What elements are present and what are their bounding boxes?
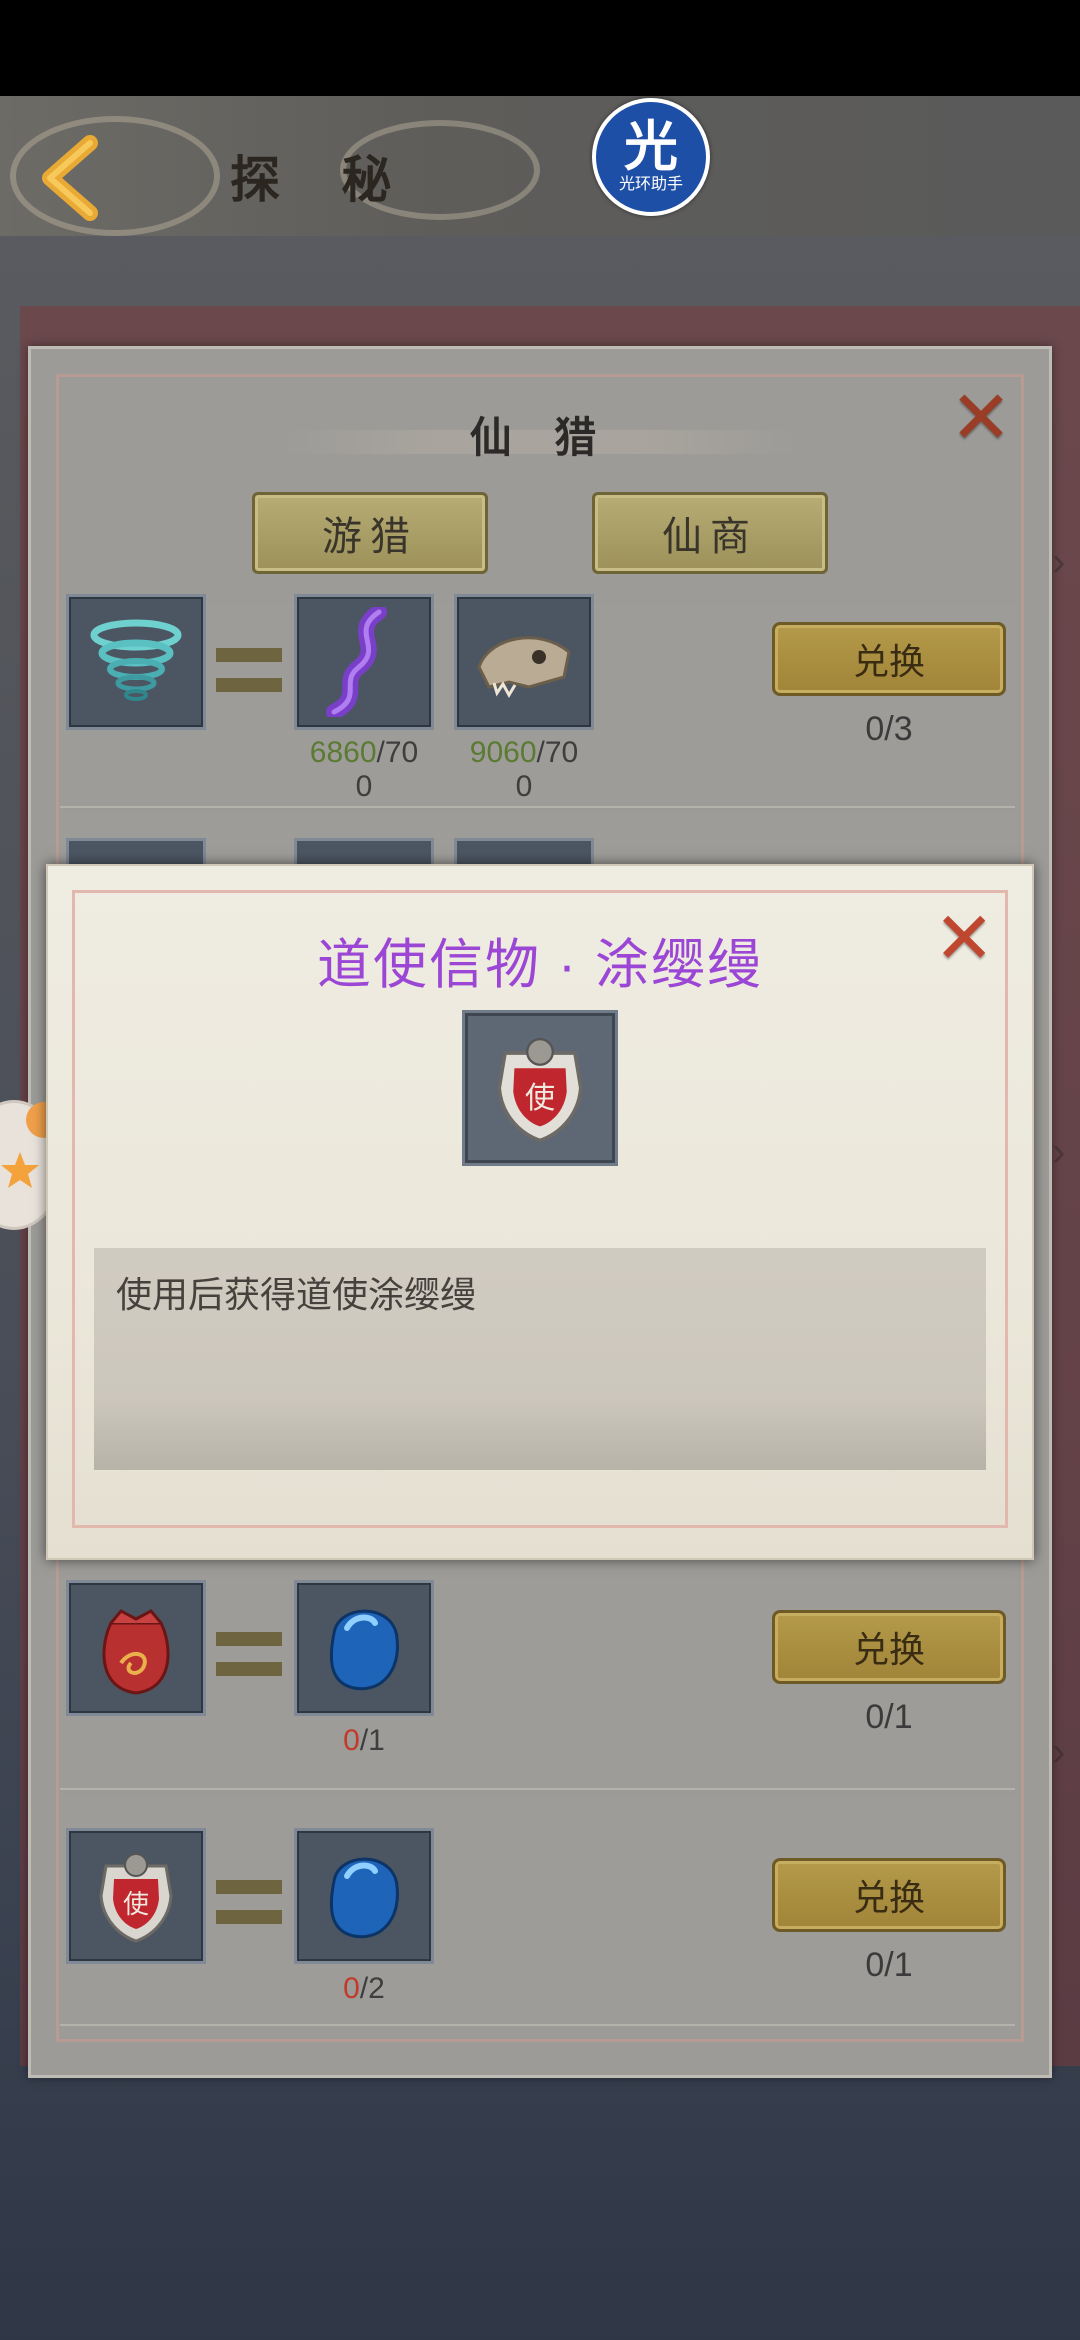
close-icon: ✕ xyxy=(950,375,1013,461)
exchange-button[interactable]: 兑换 xyxy=(772,1610,1006,1684)
back-button[interactable] xyxy=(20,128,140,228)
material-total: /1 xyxy=(359,1724,385,1757)
material-requirement: 0/2 xyxy=(284,1972,444,2006)
red-pouch-icon[interactable] xyxy=(66,1580,206,1716)
page-title: 探 秘 xyxy=(230,150,414,209)
equals-icon xyxy=(216,1632,282,1678)
panel-title: 仙 猎 xyxy=(469,413,611,462)
envoy-token-icon: 使 xyxy=(462,1010,618,1166)
whirlwind-icon[interactable] xyxy=(66,594,206,730)
exchange-count: 0/3 xyxy=(865,710,913,748)
tooltip-description: 使用后获得道使涂缨缦 xyxy=(116,1274,477,1315)
material-current: 0 xyxy=(343,1972,360,2005)
tab-xianshang[interactable]: 仙商 xyxy=(592,492,828,574)
material-current: 9060 xyxy=(469,736,537,769)
chevron-right-icon: › xyxy=(1052,540,1066,584)
material-requirement: 6860/70 0 xyxy=(284,736,444,804)
panel-close-button[interactable]: ✕ xyxy=(950,378,1012,458)
purple-feather-icon[interactable] xyxy=(294,594,434,730)
material-requirement: 0/1 xyxy=(284,1724,444,1758)
exchange-button[interactable]: 兑换 xyxy=(772,1858,1006,1932)
helper-logo-glyph: 光 xyxy=(624,117,678,177)
svg-text:使: 使 xyxy=(123,1890,149,1920)
exchange-count: 0/1 xyxy=(865,1946,913,1984)
chevron-right-icon: › xyxy=(1052,1730,1066,1774)
exchange-button[interactable]: 兑换 xyxy=(772,622,1006,696)
material-requirement: 9060/70 0 xyxy=(444,736,604,804)
material-total-wrap: 0 xyxy=(355,770,373,803)
envoy-token-icon[interactable]: 使 xyxy=(66,1828,206,1964)
exchange-count: 0/1 xyxy=(865,1698,913,1736)
material-current: 0 xyxy=(343,1724,360,1757)
helper-app-logo[interactable]: 光 光环助手 xyxy=(592,98,710,216)
tooltip-title: 道使信物 · 涂缨缦 xyxy=(317,935,763,995)
back-arrow-icon xyxy=(42,135,98,221)
helper-logo-text: 光环助手 xyxy=(618,176,683,193)
tab-youlie[interactable]: 游猎 xyxy=(252,492,488,574)
equals-icon xyxy=(216,1880,282,1926)
status-bar xyxy=(0,0,1080,96)
material-total: /2 xyxy=(359,1972,385,2005)
equals-icon xyxy=(216,648,282,694)
beast-skull-icon[interactable] xyxy=(454,594,594,730)
landscape-decoration xyxy=(94,1400,986,1470)
material-current: 6860 xyxy=(309,736,377,769)
chevron-right-icon: › xyxy=(1052,1130,1066,1174)
star-icon xyxy=(0,1150,40,1190)
material-total: /70 xyxy=(536,736,579,769)
material-total: /70 xyxy=(376,736,419,769)
blue-gem-icon[interactable] xyxy=(294,1580,434,1716)
blue-gem-icon[interactable] xyxy=(294,1828,434,1964)
material-total-wrap: 0 xyxy=(515,770,533,803)
svg-text:使: 使 xyxy=(525,1081,555,1116)
